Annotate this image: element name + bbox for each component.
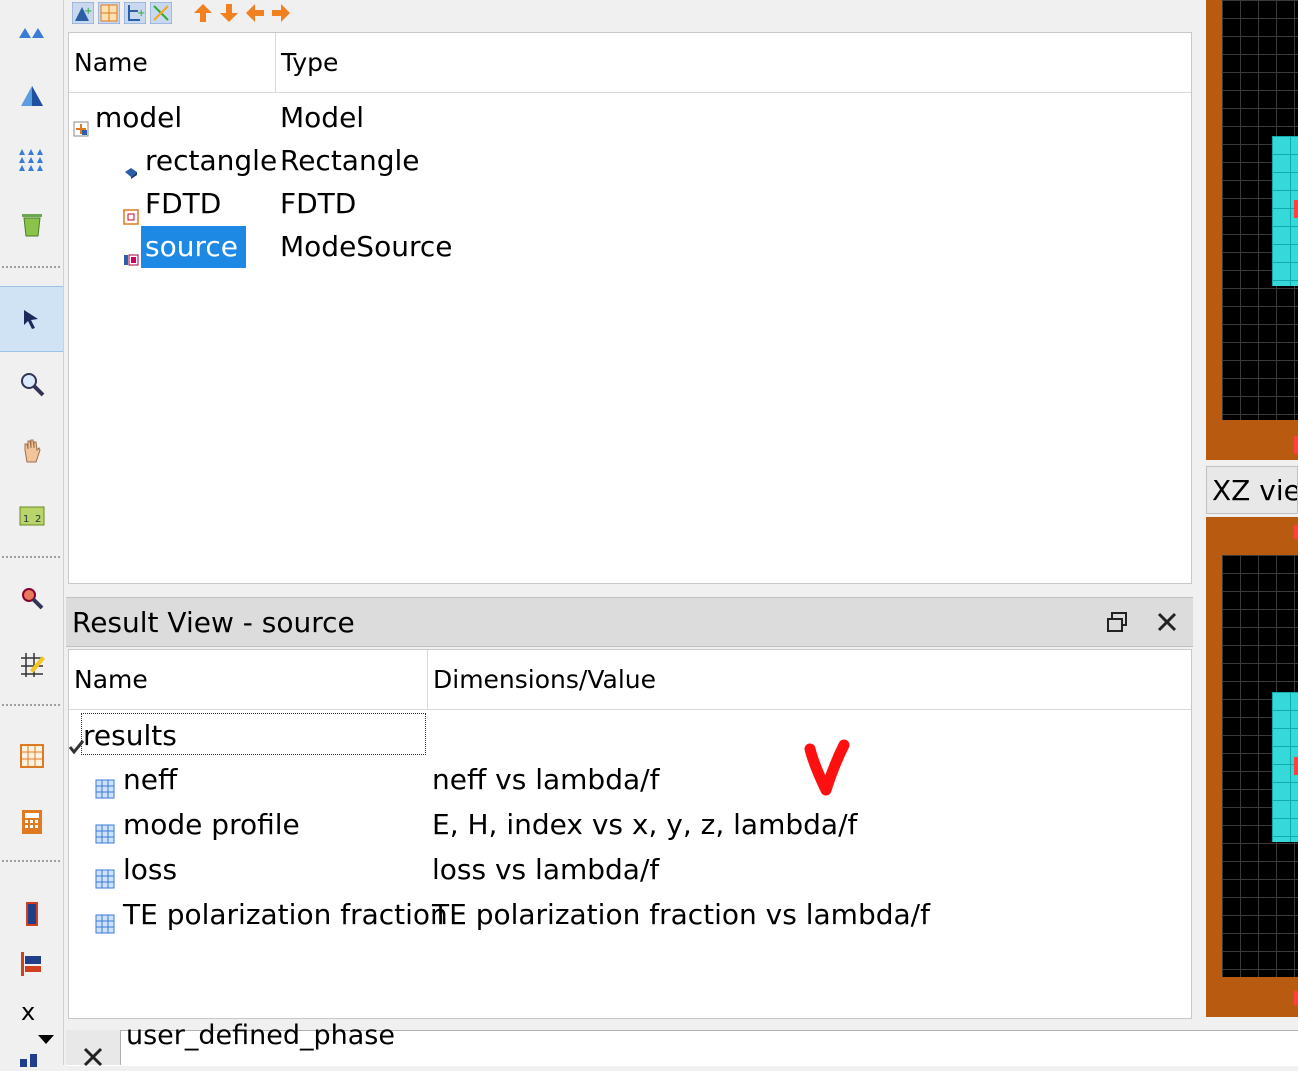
left-toolbar: 12 x (0, 0, 64, 1067)
result-group-name: results (83, 719, 177, 752)
tree-row-rectangle[interactable]: rectangle Rectangle (69, 140, 1191, 182)
column-header-dimensions[interactable]: Dimensions/Value (428, 650, 1191, 710)
objects-toolbar: + + (68, 0, 1192, 26)
result-value: TE polarization fraction vs lambda/f (432, 898, 930, 931)
array-icon[interactable] (0, 128, 63, 192)
result-view-table: Name Dimensions/Value results neff neff … (68, 649, 1192, 1019)
red-check-annotation (804, 739, 850, 796)
bar-chart-icon[interactable] (20, 1052, 42, 1071)
result-row-loss[interactable]: loss loss vs lambda/f (69, 848, 1191, 892)
source-marker (1294, 757, 1298, 775)
tree-item-type: FDTD (280, 187, 357, 220)
restore-window-icon[interactable] (1106, 611, 1128, 637)
source-marker (1294, 525, 1298, 539)
edit-grid-icon[interactable] (0, 632, 63, 696)
tree-item-type: ModeSource (280, 230, 453, 263)
svg-text:+: + (84, 6, 92, 17)
tree-row-model[interactable]: model Model (69, 97, 1191, 139)
result-row-te-polarization[interactable]: TE polarization fraction TE polarization… (69, 893, 1191, 937)
column-header-name[interactable]: Name (69, 33, 276, 93)
source-marker (1294, 991, 1298, 1005)
objects-tree: Name Type model Model rectangle Rectangl… (68, 32, 1192, 584)
tree-item-type: Model (280, 101, 365, 134)
tree-item-type: Rectangle (280, 144, 420, 177)
monitor-icon[interactable] (0, 932, 63, 996)
result-view-titlebar: Result View - source (66, 597, 1193, 647)
svg-text:1: 1 (23, 514, 29, 525)
close-script-button[interactable] (66, 1030, 121, 1067)
select-arrow-icon[interactable] (0, 286, 63, 352)
tree-item-name: model (95, 101, 183, 134)
add-hierarchy-icon[interactable]: + (123, 1, 147, 25)
result-row-neff[interactable]: neff neff vs lambda/f (69, 758, 1191, 802)
arrow-up-icon[interactable] (192, 2, 214, 24)
calculator-icon[interactable] (0, 790, 63, 854)
tree-item-name-selected: source (141, 226, 246, 268)
ungroup-icon[interactable] (149, 1, 173, 25)
tree-row-source[interactable]: source ModeSource (69, 226, 1191, 268)
ruler-icon[interactable]: 12 (0, 484, 63, 548)
xz-view-title: XZ view (1206, 466, 1298, 514)
zoom-icon[interactable] (0, 352, 63, 416)
svg-text:2: 2 (35, 514, 41, 525)
source-marker (1294, 436, 1298, 454)
result-name: TE polarization fraction (123, 898, 448, 931)
chevron-down-icon[interactable] (38, 1030, 54, 1049)
triangle-icon[interactable] (0, 64, 63, 128)
tree-row-fdtd[interactable]: FDTD FDTD (69, 183, 1191, 225)
result-name: neff (123, 763, 178, 796)
source-marker (1294, 200, 1298, 218)
grid-icon[interactable] (0, 724, 63, 788)
arrow-right-icon[interactable] (270, 2, 292, 24)
add-group-icon[interactable] (97, 1, 121, 25)
add-structure-icon[interactable]: + (71, 1, 95, 25)
zoom-extent-icon[interactable] (0, 566, 63, 630)
axis-label[interactable]: x (21, 998, 35, 1026)
arrow-left-icon[interactable] (244, 2, 266, 24)
xz-view[interactable] (1206, 517, 1298, 1017)
trash-icon[interactable] (0, 192, 63, 256)
result-row-mode-profile[interactable]: mode profile E, H, index vs x, y, z, lam… (69, 803, 1191, 847)
pan-hand-icon[interactable] (0, 418, 63, 482)
result-value: neff vs lambda/f (432, 763, 660, 796)
result-name: mode profile (123, 808, 300, 841)
tree-item-name: FDTD (145, 187, 222, 220)
script-line[interactable]: user_defined_phase (126, 1020, 395, 1051)
result-value: E, H, index vs x, y, z, lambda/f (432, 808, 858, 841)
double-triangle-icon[interactable] (0, 0, 63, 64)
mode-source-icon (123, 238, 139, 280)
result-value: loss vs lambda/f (432, 853, 660, 886)
result-group-row[interactable]: results (69, 713, 1191, 758)
tree-item-name: rectangle (145, 144, 278, 177)
result-view-title: Result View - source (72, 606, 355, 639)
column-header-name[interactable]: Name (69, 650, 428, 710)
dataset-grid-icon (95, 903, 115, 947)
xy-view[interactable] (1206, 0, 1298, 460)
close-icon[interactable] (1156, 611, 1178, 637)
result-name: loss (123, 853, 178, 886)
arrow-down-icon[interactable] (218, 2, 240, 24)
column-header-type[interactable]: Type (276, 33, 1191, 93)
svg-text:+: + (137, 8, 145, 19)
